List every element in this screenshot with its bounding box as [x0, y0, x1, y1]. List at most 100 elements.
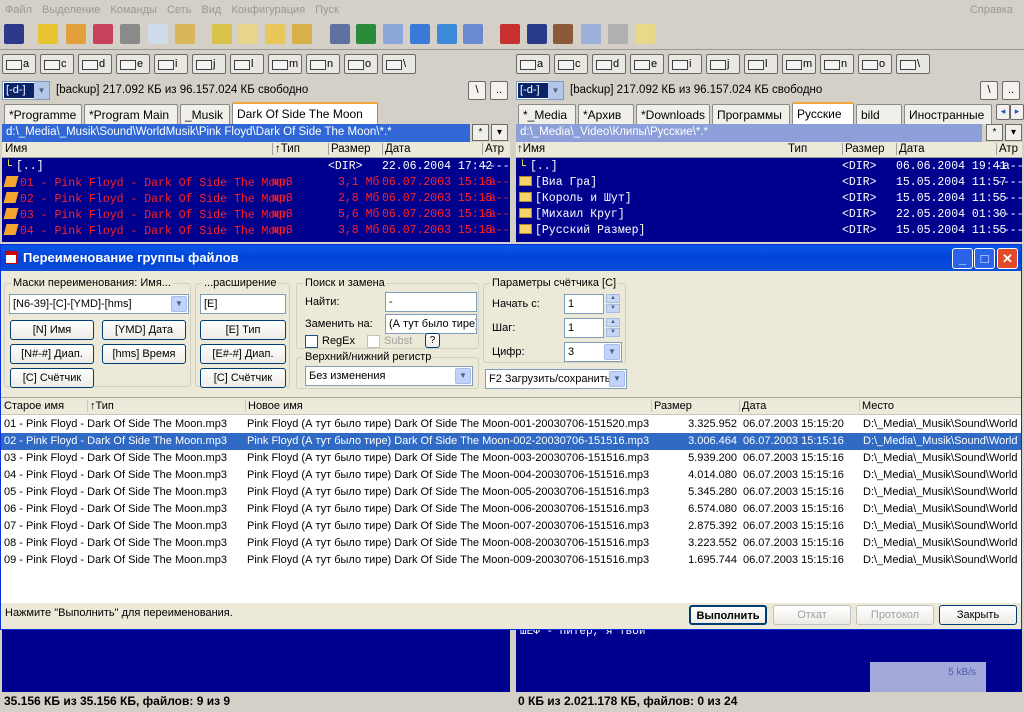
- drive-o-button[interactable]: o: [858, 54, 892, 74]
- right-history-icon[interactable]: *: [986, 124, 1003, 141]
- step-input[interactable]: 1: [564, 318, 604, 338]
- tab-program-main[interactable]: *Program Main: [84, 104, 178, 124]
- run-button[interactable]: Выполнить: [689, 605, 767, 625]
- menu-select[interactable]: Выделение: [37, 0, 105, 16]
- table-row[interactable]: 03 - Pink Floyd - Dark Of Side The Moon.…: [1, 450, 1021, 467]
- full-view-icon[interactable]: [66, 24, 86, 44]
- col-attr[interactable]: Атр: [996, 143, 1018, 155]
- net-icon[interactable]: [356, 24, 376, 44]
- left-hotlist-icon[interactable]: ▾: [491, 124, 508, 141]
- list-item[interactable]: [Король и Шут] <DIR> 15.05.2004 11:55 --…: [516, 191, 1024, 207]
- kill-icon[interactable]: [500, 24, 520, 44]
- col-date[interactable]: Дата: [382, 143, 410, 155]
- menu-view[interactable]: Вид: [196, 0, 226, 16]
- col-old-name[interactable]: Старое имя: [4, 400, 64, 412]
- undo-button[interactable]: Откат: [773, 605, 851, 625]
- col-type[interactable]: ↑Тип: [272, 143, 300, 155]
- left-drive-select[interactable]: [-d-] ▼: [2, 81, 50, 100]
- drive-j-button[interactable]: j: [192, 54, 226, 74]
- drive-a-button[interactable]: a: [2, 54, 36, 74]
- tab-foreign[interactable]: Иностранные: [904, 104, 992, 124]
- tab-russian[interactable]: Русские: [792, 102, 854, 124]
- name-mask-combo[interactable]: [N6-39]-[C]-[YMD]-[hms] ▼: [9, 294, 189, 314]
- ftp-icon[interactable]: [383, 24, 403, 44]
- regex-checkbox[interactable]: [305, 335, 318, 348]
- drive-m-button[interactable]: m: [782, 54, 816, 74]
- menu-file[interactable]: Файл: [0, 0, 37, 16]
- drive-a-button[interactable]: a: [516, 54, 550, 74]
- list-item[interactable]: 03 - Pink Floyd - Dark Of Side The Moon …: [2, 207, 510, 223]
- col-type[interactable]: ↑Тип: [87, 400, 114, 412]
- menu-config[interactable]: Конфигурация: [226, 0, 310, 16]
- sync-icon[interactable]: [292, 24, 312, 44]
- list-item[interactable]: └ [..] <DIR> 22.06.2004 17:42 ----: [2, 159, 510, 175]
- drive-n-button[interactable]: n: [306, 54, 340, 74]
- compare-icon[interactable]: [265, 24, 285, 44]
- select-all-icon[interactable]: [212, 24, 232, 44]
- ext-mask-input[interactable]: [E]: [200, 294, 286, 314]
- drive-c-button[interactable]: c: [40, 54, 74, 74]
- left-up-button[interactable]: ..: [490, 81, 508, 100]
- col-new-name[interactable]: Новое имя: [245, 400, 303, 412]
- col-name[interactable]: ↑Имя: [517, 143, 545, 155]
- col-name[interactable]: Имя: [5, 143, 27, 155]
- tab-dark-side[interactable]: Dark Of Side The Moon: [232, 102, 378, 124]
- start-input[interactable]: 1: [564, 294, 604, 314]
- list-item[interactable]: [Михаил Круг] <DIR> 22.05.2004 01:30 ---…: [516, 207, 1024, 223]
- table-row[interactable]: 04 - Pink Floyd - Dark Of Side The Moon.…: [1, 467, 1021, 484]
- drive-c-button[interactable]: c: [554, 54, 588, 74]
- col-size[interactable]: Размер: [842, 143, 885, 155]
- calc-icon[interactable]: [608, 24, 628, 44]
- case-combo[interactable]: Без изменения ▼: [305, 366, 473, 386]
- drive-l-button[interactable]: l: [744, 54, 778, 74]
- table-row[interactable]: 01 - Pink Floyd - Dark Of Side The Moon.…: [1, 416, 1021, 433]
- browser-icon[interactable]: [410, 24, 430, 44]
- sort-ext-icon[interactable]: [120, 24, 140, 44]
- insert-counter-button[interactable]: [C] Счётчик: [10, 368, 94, 388]
- left-history-icon[interactable]: *: [472, 124, 489, 141]
- insert-type-button[interactable]: [E] Тип: [200, 320, 286, 340]
- tab-programme[interactable]: *Programme: [4, 104, 82, 124]
- maximize-button[interactable]: □: [974, 248, 995, 269]
- close-button[interactable]: ✕: [997, 248, 1018, 269]
- help-button[interactable]: ?: [425, 333, 440, 348]
- col-date[interactable]: Дата: [739, 400, 766, 412]
- start-spinner[interactable]: ▲ ▼: [606, 294, 620, 314]
- notes-icon[interactable]: [635, 24, 655, 44]
- list-item[interactable]: 01 - Pink Floyd - Dark Of Side The Moon …: [2, 175, 510, 191]
- table-row[interactable]: 05 - Pink Floyd - Dark Of Side The Moon.…: [1, 484, 1021, 501]
- menu-help[interactable]: Справка: [965, 0, 1018, 16]
- insert-name-button[interactable]: [N] Имя: [10, 320, 94, 340]
- table-row[interactable]: 07 - Pink Floyd - Dark Of Side The Moon.…: [1, 518, 1021, 535]
- insert-date-button[interactable]: [YMD] Дата: [102, 320, 186, 340]
- notepad-icon[interactable]: [581, 24, 601, 44]
- drive-i-button[interactable]: i: [154, 54, 188, 74]
- sort-size-icon[interactable]: [175, 24, 195, 44]
- digits-combo[interactable]: 3 ▼: [564, 342, 622, 362]
- right-hotlist-icon[interactable]: ▾: [1005, 124, 1022, 141]
- table-row[interactable]: 06 - Pink Floyd - Dark Of Side The Moon.…: [1, 501, 1021, 518]
- list-item[interactable]: 04 - Pink Floyd - Dark Of Side The Moon …: [2, 223, 510, 239]
- left-path-bar[interactable]: d:\_Media\_Musik\Sound\WorldMusik\Pink F…: [2, 124, 470, 142]
- right-path-bar[interactable]: d:\_Media\_Video\Клипы\Русские\*.*: [516, 124, 982, 142]
- table-row[interactable]: 02 - Pink Floyd - Dark Of Side The Moon.…: [1, 433, 1021, 450]
- tab-downloads[interactable]: *Downloads: [636, 104, 710, 124]
- drive-l-button[interactable]: l: [230, 54, 264, 74]
- unselect-icon[interactable]: [238, 24, 258, 44]
- drive-net-button[interactable]: \: [896, 54, 930, 74]
- log-button[interactable]: Протокол: [856, 605, 934, 625]
- insert-time-button[interactable]: [hms] Время: [102, 344, 186, 364]
- tab-bild[interactable]: bild: [856, 104, 902, 124]
- right-root-button[interactable]: \: [980, 81, 998, 100]
- list-item[interactable]: └ [..] <DIR> 06.06.2004 19:41 -a--: [516, 159, 1024, 175]
- refresh-icon[interactable]: [4, 24, 24, 44]
- table-row[interactable]: 08 - Pink Floyd - Dark Of Side The Moon.…: [1, 535, 1021, 552]
- menu-commands[interactable]: Команды: [105, 0, 162, 16]
- sort-name-icon[interactable]: [93, 24, 113, 44]
- insert-ext-counter-button[interactable]: [C] Счётчик: [200, 368, 286, 388]
- archive-icon[interactable]: [527, 24, 547, 44]
- close-dialog-button[interactable]: Закрыть: [939, 605, 1017, 625]
- tab-scroll-left-icon[interactable]: ◂: [996, 104, 1010, 120]
- insert-ext-range-button[interactable]: [E#-#] Диап.: [200, 344, 286, 364]
- drive-n-button[interactable]: n: [820, 54, 854, 74]
